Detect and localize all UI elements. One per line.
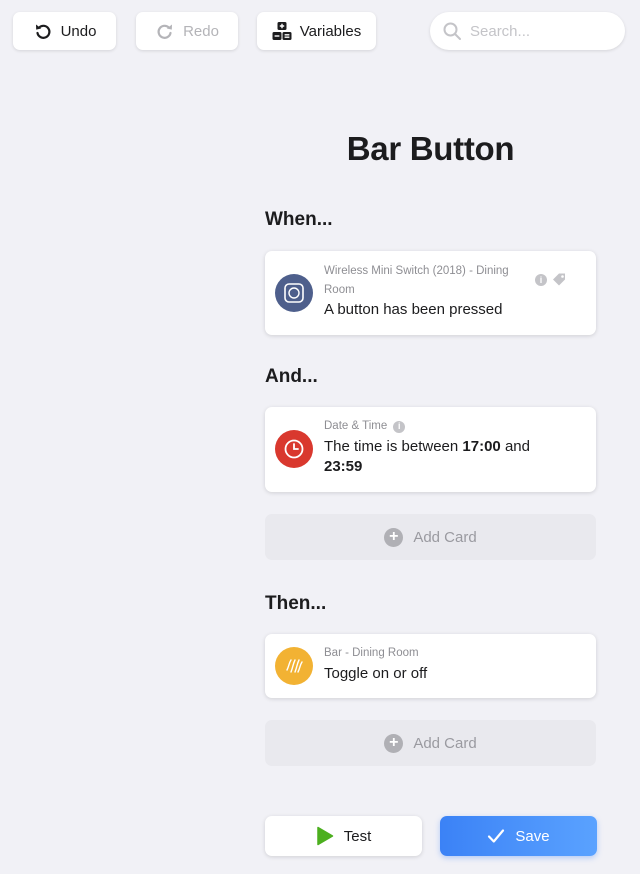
add-condition-card-button[interactable]: + Add Card	[265, 514, 596, 560]
undo-label: Undo	[60, 22, 97, 40]
trigger-card[interactable]: Wireless Mini Switch (2018) - Dining Roo…	[265, 251, 596, 335]
time-start-token[interactable]: 17:00	[462, 438, 500, 455]
clock-icon	[275, 430, 313, 468]
condition-card[interactable]: Date & Time i The time is between 17:00 …	[265, 407, 596, 492]
search-icon	[443, 22, 461, 40]
undo-button[interactable]: Undo	[13, 12, 116, 50]
trigger-device-name: Wireless Mini Switch (2018) - Dining Roo…	[324, 262, 534, 300]
info-icon[interactable]: i	[393, 420, 406, 433]
button-device-icon	[275, 274, 313, 312]
save-button[interactable]: Save	[440, 816, 597, 856]
add-action-card-button[interactable]: + Add Card	[265, 720, 596, 766]
when-heading: When...	[265, 209, 333, 230]
condition-text-prefix: The time is between	[324, 438, 463, 455]
condition-text-mid: and	[500, 438, 530, 455]
action-device-name: Bar - Dining Room	[324, 647, 419, 659]
trigger-text: A button has been pressed	[324, 301, 503, 318]
variables-button[interactable]: Variables	[257, 12, 376, 50]
and-heading: And...	[265, 366, 318, 387]
condition-text: The time is between 17:00 and 23:59	[324, 437, 564, 477]
undo-icon	[35, 24, 51, 39]
trigger-device-line2: Room	[324, 284, 355, 296]
search-box[interactable]	[430, 12, 625, 50]
add-card-label: Add Card	[413, 528, 477, 546]
redo-button[interactable]: Redo	[136, 12, 238, 50]
tag-icon[interactable]	[552, 273, 567, 286]
variables-label: Variables	[299, 22, 362, 40]
info-icon[interactable]: i	[535, 273, 547, 286]
play-icon	[316, 826, 333, 846]
plus-icon: +	[384, 527, 404, 547]
save-label: Save	[515, 827, 550, 845]
variables-icon	[272, 22, 292, 40]
condition-source-label: Date & Time	[324, 420, 388, 432]
action-card[interactable]: Bar - Dining Room Toggle on or off	[265, 634, 596, 698]
test-button[interactable]: Test	[265, 816, 422, 856]
action-text: Toggle on or off	[324, 665, 428, 682]
search-input[interactable]	[470, 22, 610, 40]
test-label: Test	[343, 827, 372, 845]
redo-label: Redo	[183, 22, 219, 40]
trigger-card-actions: i	[535, 273, 567, 286]
then-heading: Then...	[265, 593, 327, 614]
light-strip-icon	[275, 647, 313, 685]
checkmark-icon	[488, 829, 505, 843]
add-card-label: Add Card	[413, 734, 477, 752]
redo-icon	[157, 24, 173, 39]
trigger-device-line1: Wireless Mini Switch (2018) - Dining	[324, 265, 509, 277]
page-title: Bar Button	[346, 130, 515, 167]
plus-icon: +	[384, 733, 404, 753]
time-end-token[interactable]: 23:59	[324, 458, 362, 475]
condition-source: Date & Time i	[324, 417, 406, 436]
